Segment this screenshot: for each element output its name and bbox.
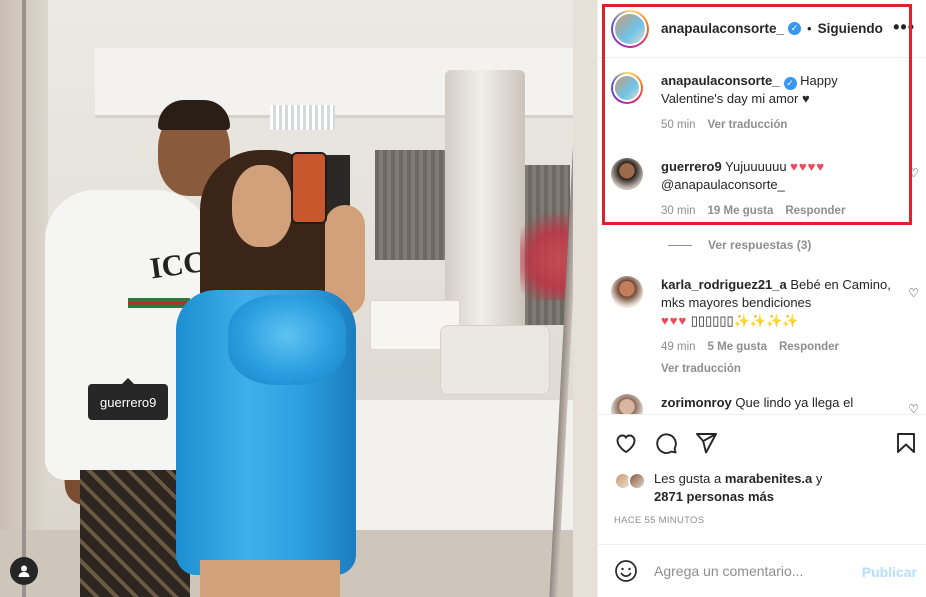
header-separator: • bbox=[807, 21, 812, 36]
author-avatar[interactable] bbox=[611, 9, 649, 48]
comments-list[interactable]: anapaulaconsorte_ ✓ Happy Valentine's day… bbox=[598, 58, 926, 414]
comment-username[interactable]: anapaulaconsorte_ bbox=[661, 73, 780, 88]
likes-summary: Les gusta a marabenites.a y 2871 persona… bbox=[614, 470, 914, 506]
photo-chandelier bbox=[270, 105, 335, 130]
comment-text: Yujuuuuuu bbox=[725, 159, 787, 174]
reply-button[interactable]: Responder bbox=[785, 202, 845, 220]
comment-bubble-icon[interactable] bbox=[654, 431, 678, 455]
emoji-icon[interactable] bbox=[614, 559, 638, 583]
photo-chair bbox=[440, 325, 550, 395]
comment-like-count[interactable]: 19 Me gusta bbox=[708, 202, 774, 220]
commenter-avatar[interactable] bbox=[611, 72, 643, 104]
replies-line bbox=[668, 244, 692, 246]
caption-comment: anapaulaconsorte_ ✓ Happy Valentine's day… bbox=[611, 72, 911, 134]
comment-item: karla_rodriguez21_a Bebé en Camino, mks … bbox=[611, 276, 911, 378]
commenter-avatar[interactable] bbox=[611, 276, 643, 308]
commenter-avatar[interactable] bbox=[611, 394, 643, 414]
user-icon bbox=[18, 565, 30, 577]
comment-like-count[interactable]: 5 Me gusta bbox=[708, 338, 767, 356]
comment-username[interactable]: karla_rodriguez21_a bbox=[661, 277, 787, 292]
user-tag-bubble[interactable]: guerrero9 bbox=[88, 378, 169, 420]
instagram-post-view: ICCI guerrero9 anapaulaconsorte_ ✓ • Sig… bbox=[0, 0, 926, 597]
comment-item: zorimonroy Que lindo ya llega el bbox=[611, 394, 911, 414]
action-bar bbox=[598, 414, 926, 470]
tagged-users-button[interactable] bbox=[10, 557, 38, 585]
photo-mirror-frame bbox=[22, 0, 26, 597]
emoji-text: ▯▯▯▯▯▯✨✨✨✨ bbox=[690, 313, 799, 328]
reply-button[interactable]: Responder bbox=[779, 338, 839, 356]
post-side-panel: anapaulaconsorte_ ✓ • Siguiendo ••• anap… bbox=[597, 0, 926, 597]
photo-right-wall bbox=[573, 0, 597, 597]
commenter-avatar[interactable] bbox=[611, 158, 643, 190]
view-replies-label: Ver respuestas (3) bbox=[708, 238, 812, 252]
comment-time[interactable]: 49 min bbox=[661, 338, 696, 356]
view-replies-button[interactable]: Ver respuestas (3) bbox=[668, 238, 811, 252]
comment-text: Que lindo ya llega el bbox=[735, 395, 854, 410]
likers-avatars[interactable] bbox=[614, 470, 652, 492]
heart-emojis: ♥♥♥♥ bbox=[790, 159, 826, 174]
likes-prefix: Les gusta a bbox=[654, 471, 722, 486]
translate-link[interactable]: Ver traducción bbox=[661, 360, 741, 378]
heart-emojis: ♥♥♥ bbox=[661, 313, 688, 328]
like-heart-icon[interactable] bbox=[614, 431, 638, 455]
liker-username[interactable]: marabenites.a bbox=[725, 471, 812, 486]
comment-item: guerrero9 Yujuuuuuu ♥♥♥♥ @anapaulaconsor… bbox=[611, 158, 911, 220]
add-comment-bar: Publicar bbox=[598, 544, 926, 597]
verified-icon: ✓ bbox=[788, 22, 802, 35]
post-photo[interactable]: ICCI guerrero9 bbox=[0, 0, 597, 597]
comment-mention[interactable]: @anapaulaconsorte_ bbox=[661, 177, 785, 192]
comment-input[interactable] bbox=[654, 563, 854, 579]
author-username[interactable]: anapaulaconsorte_ bbox=[661, 21, 784, 36]
comment-username[interactable]: guerrero9 bbox=[661, 159, 722, 174]
like-comment-icon[interactable]: ♡ bbox=[908, 402, 919, 414]
photo-curtain bbox=[375, 150, 450, 260]
like-comment-icon[interactable]: ♡ bbox=[908, 166, 919, 180]
verified-icon: ✓ bbox=[783, 77, 797, 90]
photo-man-pants bbox=[80, 470, 190, 597]
comment-username[interactable]: zorimonroy bbox=[661, 395, 732, 410]
photo-man-hair bbox=[158, 100, 230, 130]
translate-link[interactable]: Ver traducción bbox=[708, 116, 788, 134]
photo-phone bbox=[291, 152, 327, 224]
comment-time[interactable]: 50 min bbox=[661, 116, 696, 134]
post-header: anapaulaconsorte_ ✓ • Siguiendo ••• bbox=[598, 0, 926, 58]
more-options-icon[interactable]: ••• bbox=[893, 18, 915, 36]
likes-others-count[interactable]: 2871 personas más bbox=[654, 489, 774, 504]
comment-time[interactable]: 30 min bbox=[661, 202, 696, 220]
post-time-ago[interactable]: HACE 55 MINUTOS bbox=[614, 515, 704, 526]
following-button[interactable]: Siguiendo bbox=[818, 21, 883, 36]
publish-button[interactable]: Publicar bbox=[862, 564, 917, 580]
photo-woman-face bbox=[232, 165, 292, 247]
photo-woman-legs bbox=[200, 560, 340, 597]
share-send-icon[interactable] bbox=[694, 431, 718, 455]
photo-dress-bow bbox=[228, 295, 346, 385]
likes-connector: y bbox=[815, 471, 823, 486]
like-comment-icon[interactable]: ♡ bbox=[908, 286, 919, 300]
photo-shirt-stripe bbox=[128, 298, 190, 308]
bookmark-icon[interactable] bbox=[894, 431, 918, 455]
